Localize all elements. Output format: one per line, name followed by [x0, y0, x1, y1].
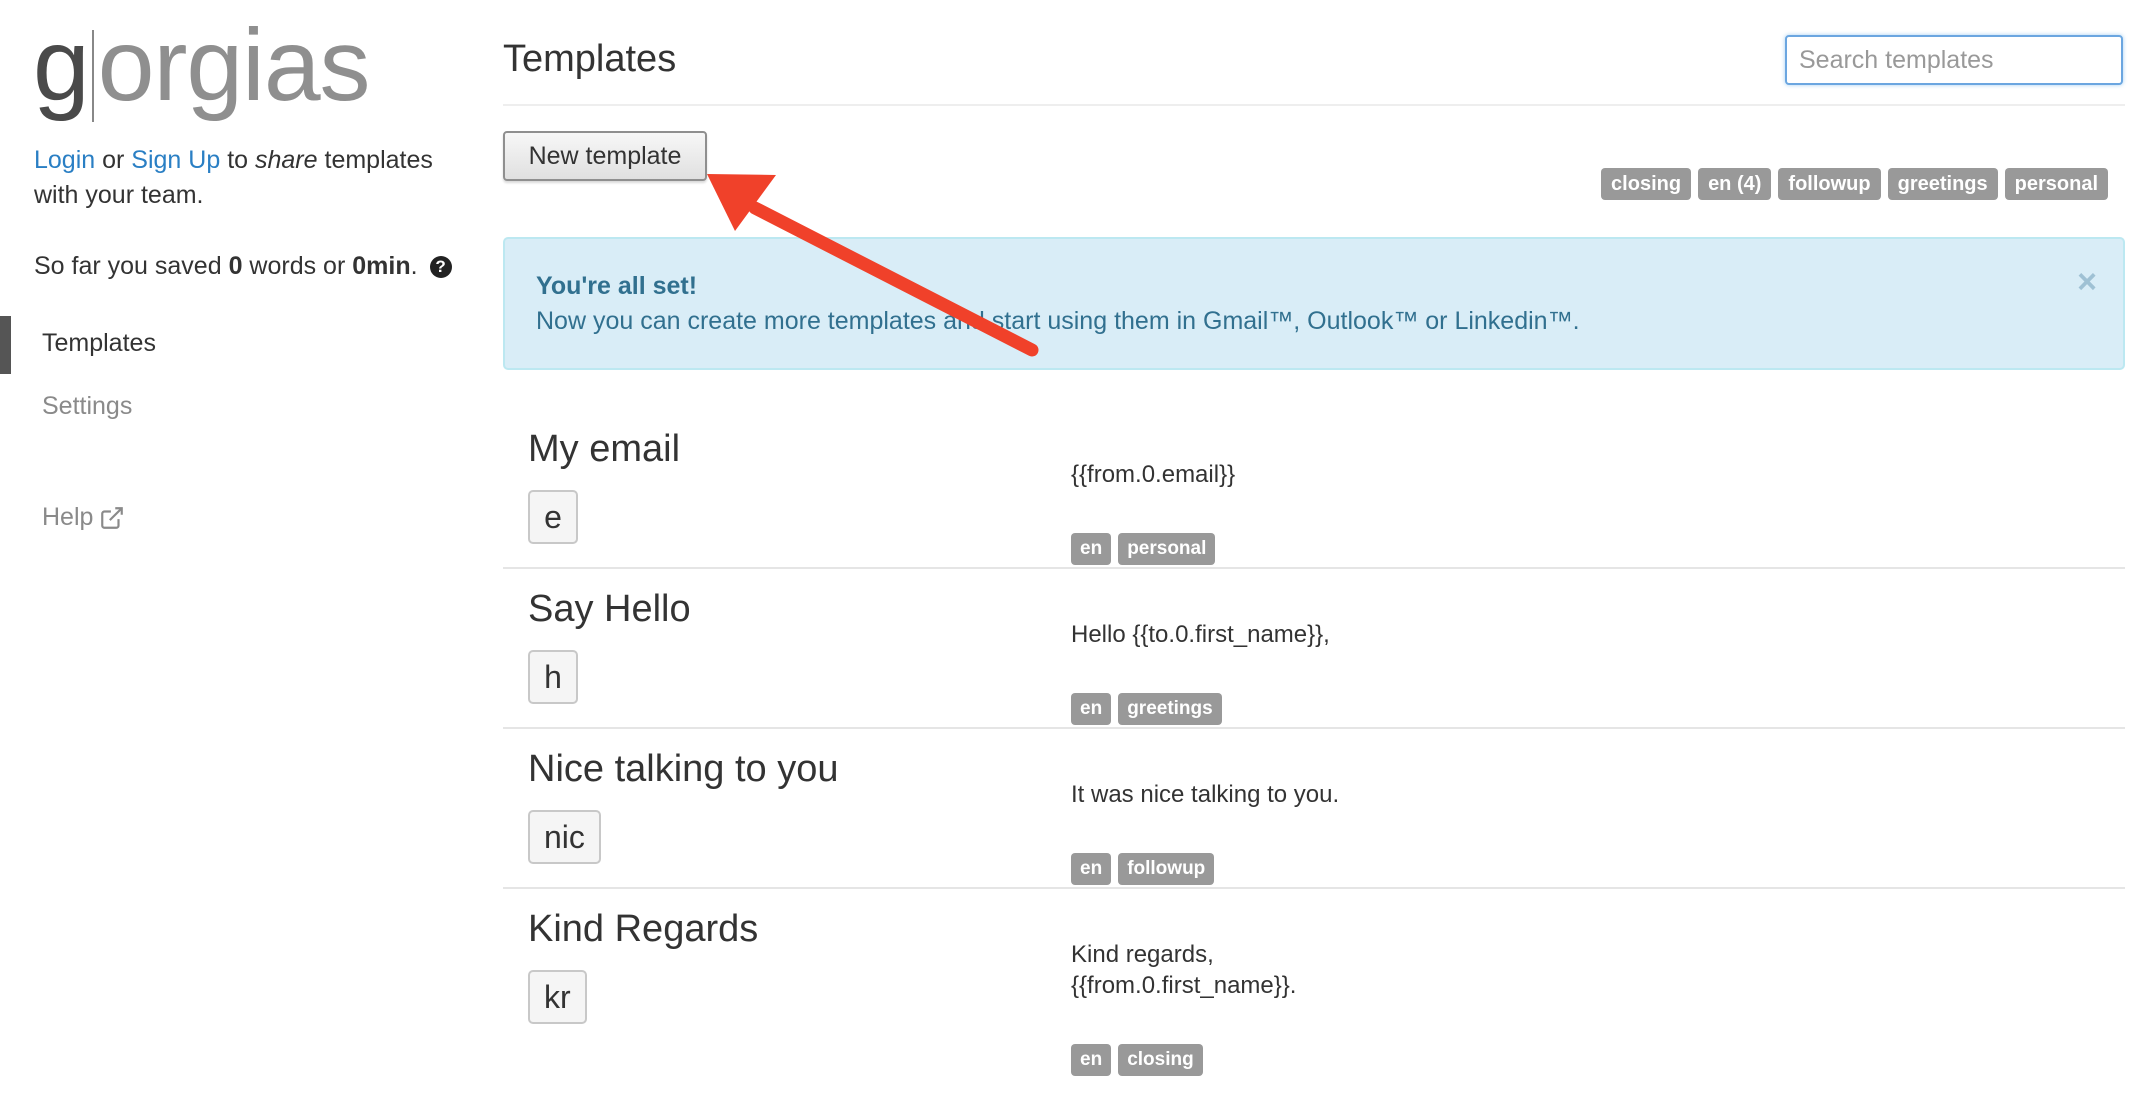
success-alert: You're all set! Now you can create more … [503, 237, 2125, 370]
saved-words-count: 0 [228, 252, 243, 280]
tag-filter-closing[interactable]: closing [1601, 168, 1692, 200]
logo-text: orgias [97, 8, 371, 122]
to-text: to [220, 146, 255, 174]
gorgias-logo: g orgias [33, 8, 371, 122]
template-body-text: Hello {{to.0.first_name}}, [1071, 621, 1330, 648]
template-tags: en closing [1071, 1044, 1296, 1076]
template-tag[interactable]: en [1071, 693, 1112, 725]
saved-suffix: . [410, 252, 418, 280]
logo-g: g [33, 8, 90, 122]
share-text: share [255, 146, 318, 174]
sidebar-item-templates[interactable]: Templates [42, 329, 156, 358]
logo-divider [91, 30, 94, 122]
alert-title: You're all set! [536, 272, 698, 300]
tag-filter-followup[interactable]: followup [1778, 168, 1881, 200]
template-shortcut: e [528, 490, 578, 544]
template-row[interactable]: Kind Regards kr Kind regards, {{from.0.f… [503, 889, 2125, 1076]
template-row[interactable]: Nice talking to you nic It was nice talk… [503, 729, 2125, 889]
page-title: Templates [503, 38, 677, 80]
template-list: My email e {{from.0.email}} en personal … [503, 409, 2125, 1076]
template-tag[interactable]: greetings [1118, 693, 1222, 725]
saved-minutes: 0min [352, 252, 411, 280]
template-title[interactable]: Nice talking to you [528, 748, 839, 791]
template-tag[interactable]: closing [1118, 1044, 1203, 1076]
saved-prefix: So far you saved [34, 252, 229, 280]
template-body-text: {{from.0.email}} [1071, 461, 1236, 488]
template-tag[interactable]: en [1071, 1044, 1112, 1076]
template-tags: en followup [1071, 853, 1339, 885]
template-shortcut: nic [528, 810, 601, 864]
or-text: or [95, 146, 132, 174]
template-body: Kind regards, {{from.0.first_name}}. en … [1071, 908, 1296, 1107]
tag-filter-personal[interactable]: personal [2004, 168, 2108, 200]
sidebar-item-help[interactable]: Help [42, 503, 125, 532]
saved-stats: So far you saved 0 words or 0min. ? [34, 252, 452, 281]
template-title[interactable]: My email [528, 428, 680, 471]
close-icon[interactable]: × [2077, 265, 2097, 299]
new-template-button[interactable]: New template [503, 131, 707, 181]
help-label: Help [42, 503, 94, 531]
template-title[interactable]: Say Hello [528, 588, 691, 631]
login-link[interactable]: Login [34, 146, 95, 174]
tag-filter-greetings[interactable]: greetings [1887, 168, 1998, 200]
template-body-text: It was nice talking to you. [1071, 781, 1340, 808]
external-link-icon [101, 506, 124, 529]
template-tags: en personal [1071, 533, 1235, 565]
header-divider [503, 104, 2125, 106]
template-body-text: Kind regards, {{from.0.first_name}}. [1071, 941, 1297, 999]
question-circle-icon[interactable]: ? [429, 255, 452, 278]
template-tags: en greetings [1071, 693, 1330, 725]
template-title[interactable]: Kind Regards [528, 908, 758, 951]
share-prompt: Login or Sign Up to share templates with… [34, 143, 464, 213]
tag-filter-list: closing en (4) followup greetings person… [1601, 168, 2108, 200]
template-tag[interactable]: en [1071, 853, 1112, 885]
template-row[interactable]: Say Hello h Hello {{to.0.first_name}}, e… [503, 569, 2125, 729]
sidebar-item-settings[interactable]: Settings [42, 392, 132, 421]
template-tag[interactable]: en [1071, 533, 1112, 565]
template-shortcut: h [528, 650, 578, 704]
template-tag[interactable]: followup [1118, 853, 1215, 885]
alert-message: Now you can create more templates and st… [536, 307, 1580, 335]
nav-active-indicator [0, 316, 11, 374]
template-shortcut: kr [528, 970, 587, 1024]
search-input[interactable] [1785, 35, 2123, 85]
template-tag[interactable]: personal [1118, 533, 1216, 565]
tag-filter-en[interactable]: en (4) [1698, 168, 1772, 200]
template-row[interactable]: My email e {{from.0.email}} en personal [503, 409, 2125, 569]
signup-link[interactable]: Sign Up [131, 146, 220, 174]
saved-middle: words or [242, 252, 353, 280]
